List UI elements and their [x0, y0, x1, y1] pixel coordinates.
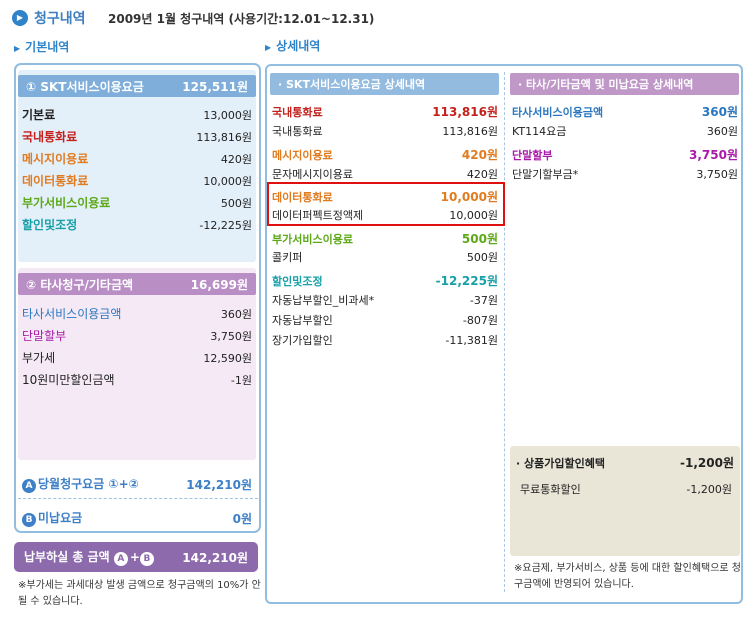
column-divider	[504, 72, 505, 592]
detail-item-row: KT114요금 360원	[512, 125, 738, 138]
detail-group-row: 부가서비스이용료 500원	[272, 232, 498, 246]
skt-detail-header: · SKT서비스이용요금 상세내역	[270, 73, 499, 95]
letter-a-badge: A	[113, 552, 128, 566]
letter-b-badge: B	[139, 552, 154, 566]
benefit-item-row: 무료통화할인 -1,200원	[520, 483, 732, 496]
detail-item-row: 데이터퍼펙트정액제 10,000원	[272, 209, 498, 222]
benefit-header-row: · 상품가입할인혜택 -1,200원	[516, 456, 734, 470]
letter-a-badge: A	[22, 479, 36, 493]
divider	[18, 498, 258, 499]
detail-item-row: 문자메시지이용료 420원	[272, 168, 498, 181]
vat-note: ※부가세는 과세대상 발생 금액으로 청구금액의 10%가 안될 수 있습니다.	[18, 580, 261, 607]
detail-group-row: 타사서비스이용금액 360원	[512, 105, 738, 119]
total-amount-bar: 납부하실 총 금액 A + B 142,210원	[14, 542, 258, 572]
basic-section-header: ▶ 기본내역	[14, 40, 70, 54]
detail-section-header: ▶ 상세내역	[265, 39, 321, 53]
detail-item-row: 장기가입할인 -11,381원	[272, 334, 498, 347]
list-item: 단말할부 3,750원	[22, 329, 252, 343]
triangle-right-icon: ▶	[14, 44, 21, 53]
detail-group-row: 메시지이용료 420원	[272, 148, 498, 162]
monthly-charge-row: A 당월청구요금 ①+② 142,210원	[22, 475, 252, 493]
play-circle-icon: ▶	[12, 10, 28, 26]
detail-group-row: 국내통화료 113,816원	[272, 105, 498, 119]
list-item: 부가세 12,590원	[22, 351, 252, 365]
list-item: 할인및조정 -12,225원	[22, 218, 252, 232]
billing-period: 2009년 1월 청구내역 (사용기간:12.01~12.31)	[108, 12, 375, 26]
detail-item-row: 콜키퍼 500원	[272, 251, 498, 264]
triangle-right-icon: ▶	[265, 43, 272, 52]
detail-group-row: 단말할부 3,750원	[512, 148, 738, 162]
list-item: 10원미만할인금액 -1원	[22, 373, 252, 387]
list-item: 기본료 13,000원	[22, 108, 252, 122]
detail-group-row: 할인및조정 -12,225원	[272, 274, 498, 288]
other-charges-header: ② 타사청구/기타금액 16,699원	[18, 273, 256, 295]
detail-item-row: 국내통화료 113,816원	[272, 125, 498, 138]
skt-charges-header: ① SKT서비스이용요금 125,511원	[18, 75, 256, 97]
list-item: 부가서비스이용료 500원	[22, 196, 252, 210]
detail-group-row: 데이터통화료 10,000원	[272, 190, 498, 204]
list-item: 국내통화료 113,816원	[22, 130, 252, 144]
detail-item-row: 단말기할부금* 3,750원	[512, 168, 738, 181]
list-item: 메시지이용료 420원	[22, 152, 252, 166]
detail-item-row: 자동납부할인 -807원	[272, 314, 498, 327]
letter-b-badge: B	[22, 513, 36, 527]
page-title: 청구내역	[34, 11, 86, 27]
detail-item-row: 자동납부할인_비과세* -37원	[272, 294, 498, 307]
benefit-note: ※요금제, 부가서비스, 상품 등에 대한 할인혜택으로 청구금액에 반영되어 …	[514, 563, 742, 590]
other-detail-header: · 타사/기타금액 및 미납요금 상세내역	[510, 73, 739, 95]
unpaid-charge-row: B 미납요금 0원	[22, 509, 252, 527]
list-item: 타사서비스이용금액 360원	[22, 307, 252, 321]
list-item: 데이터통화료 10,000원	[22, 174, 252, 188]
